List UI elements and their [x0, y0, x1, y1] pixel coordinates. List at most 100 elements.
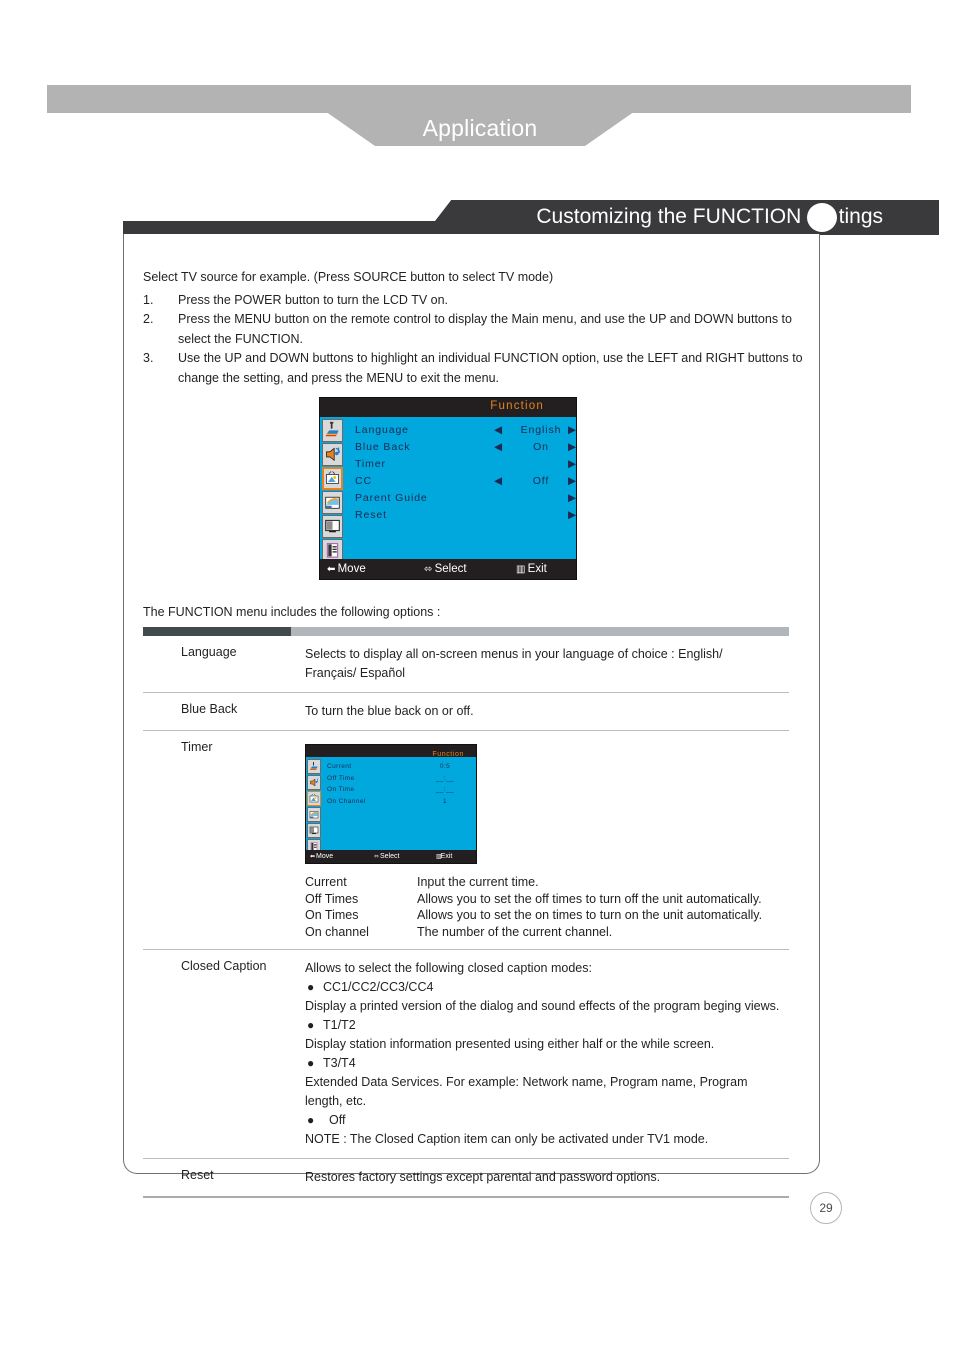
osd-footer-move: ⬅ Move — [327, 559, 366, 580]
right-arrow-icon[interactable]: ▶ — [568, 422, 577, 439]
cc-mode-line: ● CC1/CC2/CC3/CC4 — [305, 978, 783, 997]
osd-footer-select: ⬄ Select — [424, 559, 467, 580]
timer-def-value: The number of the current channel. — [417, 924, 613, 939]
timer-def-key: Off Times — [305, 891, 359, 906]
osd-timer-menu: Function Current 0:5 Off Time __:__ On T… — [305, 744, 477, 864]
osd-row-label: Reset — [355, 509, 387, 521]
osd-row-language[interactable]: Language ◀ English ▶ — [350, 422, 576, 439]
bullet-icon: ● — [307, 1018, 315, 1032]
osd-row-timer[interactable]: Timer ▶ — [350, 456, 576, 473]
left-arrow-icon[interactable]: ◀ — [494, 422, 503, 439]
osd-row-label: Parent Guide — [355, 492, 428, 504]
osd-row-value: 1 — [442, 797, 447, 805]
table-term: Closed Caption — [181, 959, 267, 973]
cc-note: NOTE : The Closed Caption item can only … — [305, 1132, 709, 1146]
timer-def-key: On channel — [305, 924, 369, 939]
osd-row-blue-back[interactable]: Blue Back ◀ On ▶ — [350, 439, 576, 456]
osd-row-label: CC — [355, 475, 372, 487]
osd-row-label: Current — [327, 763, 352, 770]
osd-row-label: Timer — [355, 458, 386, 470]
timer-def-value: Input the current time. — [417, 875, 539, 889]
cc-mode-label: CC1/CC2/CC3/CC4 — [323, 980, 434, 994]
table-desc: To turn the blue back on or off. — [305, 704, 474, 718]
cc-mode-label: Off — [329, 1113, 346, 1127]
osd-function-icon[interactable] — [307, 791, 321, 806]
cc-mode-body: Display a printed version of the dialog … — [305, 999, 780, 1013]
osd-footer-bar: ⬅ Move ⬄ Select ▥Exit — [306, 850, 476, 863]
up-down-arrow-icon: ⬅ — [310, 854, 315, 860]
osd-row-list: Current 0:5 Off Time __:__ On Time __:__… — [324, 761, 474, 807]
timer-def-key: On Times — [305, 908, 359, 922]
osd-pip-icon[interactable] — [307, 823, 321, 838]
table-desc: Function Current 0:5 Off Time __:__ On T… — [305, 744, 789, 940]
osd-row-off-time[interactable]: Off Time __:__ — [324, 773, 474, 785]
section-divider-bar — [143, 627, 789, 636]
cc-mode-body: Display station information presented us… — [305, 1037, 715, 1051]
osd-row-value: __:__ — [435, 786, 455, 793]
osd-footer-move: ⬅ Move — [310, 850, 333, 864]
cc-mode-line: ● T3/T4 — [305, 1054, 783, 1073]
osd-pip-icon[interactable] — [322, 515, 343, 538]
timer-def-value: Allows you to set the off times to turn … — [417, 891, 762, 906]
section-heading: Customizing the FUNCTION Settings — [123, 200, 939, 236]
timer-def-key: Current — [305, 875, 347, 889]
chapter-banner-tab: Application — [305, 113, 655, 146]
osd-setup-icon[interactable] — [322, 491, 343, 514]
osd-row-cc[interactable]: CC ◀ Off ▶ — [350, 473, 576, 490]
osd-row-label: Off Time — [327, 774, 355, 782]
osd-footer-exit-label: Exit — [440, 853, 453, 860]
osd-audio-icon[interactable] — [322, 443, 343, 466]
osd-row-current[interactable]: Current 0:5 — [324, 761, 474, 773]
bullet-icon: ● — [307, 1113, 315, 1127]
osd-footer-move-label: Move — [315, 853, 334, 860]
osd-row-label: On Time — [327, 786, 355, 793]
right-arrow-icon[interactable]: ▶ — [568, 439, 577, 456]
table-row-timer: Timer Function Current 0:5 Off Time __:_… — [143, 731, 789, 950]
cc-mode-body: Extended Data Services. For example: Net… — [305, 1075, 748, 1108]
right-arrow-icon[interactable]: ▶ — [568, 490, 577, 507]
section-divider-bar-dark — [143, 627, 291, 636]
osd-row-on-channel[interactable]: On Channel 1 — [324, 796, 474, 808]
intro-step-text: Use the UP and DOWN buttons to highlight… — [178, 351, 803, 385]
intro-step-text: Press the MENU button on the remote cont… — [178, 312, 792, 346]
intro-step: 1. Press the POWER button to turn the LC… — [143, 291, 803, 311]
osd-footer-select-label: Select — [379, 853, 400, 860]
left-arrow-icon[interactable]: ◀ — [494, 439, 503, 456]
osd-picture-icon[interactable] — [322, 419, 343, 442]
table-desc: Allows to select the following closed ca… — [305, 959, 789, 1149]
table-term: Reset — [181, 1168, 214, 1182]
left-arrow-icon[interactable]: ◀ — [494, 473, 503, 490]
table-row-blue-back: Blue Back To turn the blue back on or of… — [143, 693, 789, 731]
section-heading-knob — [804, 200, 840, 235]
timer-def-row: Current Input the current time. — [305, 874, 783, 891]
right-arrow-icon[interactable]: ▶ — [568, 507, 577, 524]
table-desc-line: Selects to display all on-screen menus i… — [305, 647, 723, 661]
timer-def-value: Allows you to set the on times to turn o… — [417, 908, 763, 922]
osd-audio-icon[interactable] — [307, 775, 321, 790]
cc-mode-line: ● T1/T2 — [305, 1016, 783, 1035]
osd-row-reset[interactable]: Reset ▶ — [350, 507, 576, 524]
cc-mode-label: T3/T4 — [323, 1056, 356, 1070]
intro-step-number: 3. — [143, 351, 154, 365]
bullet-icon: ● — [307, 980, 315, 994]
osd-row-on-time[interactable]: On Time __:__ — [324, 784, 474, 796]
osd-footer-move-label: Move — [337, 563, 366, 575]
osd-setup-icon[interactable] — [307, 807, 321, 822]
osd-row-label: Blue Back — [355, 441, 411, 453]
osd-titlebar: Function — [306, 745, 476, 758]
includes-line: The FUNCTION menu includes the following… — [143, 605, 441, 619]
right-arrow-icon[interactable]: ▶ — [568, 473, 577, 490]
table-desc: Restores factory settings except parenta… — [305, 1170, 661, 1184]
table-row-reset: Reset Restores factory settings except p… — [143, 1159, 789, 1198]
options-table: Language Selects to display all on-scree… — [143, 636, 789, 1198]
osd-function-icon[interactable] — [322, 467, 343, 490]
osd-function-menu: Function Language ◀ English ▶ Blue Back — [319, 397, 577, 580]
right-arrow-icon[interactable]: ▶ — [568, 456, 577, 473]
table-desc: Selects to display all on-screen menus i… — [305, 645, 789, 683]
osd-picture-icon[interactable] — [307, 759, 321, 774]
osd-row-parent-guide[interactable]: Parent Guide ▶ — [350, 490, 576, 507]
bullet-icon: ● — [307, 1056, 315, 1070]
osd-footer-exit: ▥ Exit — [516, 559, 547, 580]
osd-icon-column — [307, 759, 322, 855]
intro-step-number: 1. — [143, 292, 154, 307]
